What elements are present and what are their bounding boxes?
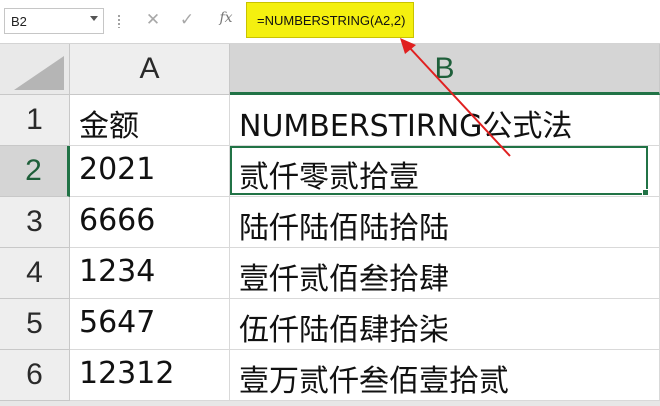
cell-b6[interactable]: 壹万贰仟叁佰壹拾贰: [230, 350, 660, 401]
cell-a1[interactable]: 金额: [70, 95, 230, 146]
separator-dots: [118, 14, 120, 28]
fx-icon[interactable]: fx: [216, 10, 236, 30]
cell-b5[interactable]: 伍仟陆佰肆拾柒: [230, 299, 660, 350]
column-header-b[interactable]: B: [230, 44, 660, 95]
cell-b4[interactable]: 壹仟贰佰叁拾肆: [230, 248, 660, 299]
cell-a4[interactable]: 1234: [70, 248, 230, 299]
column-header-a[interactable]: A: [70, 44, 230, 95]
row-header-2[interactable]: 2: [0, 146, 70, 197]
row-header-4[interactable]: 4: [0, 248, 70, 299]
row-header-6[interactable]: 6: [0, 350, 70, 401]
cell-b3[interactable]: 陆仟陆佰陆拾陆: [230, 197, 660, 248]
check-icon[interactable]: ✓: [178, 10, 196, 30]
cell-a5[interactable]: 5647: [70, 299, 230, 350]
cell-a3[interactable]: 6666: [70, 197, 230, 248]
cell-b1[interactable]: NUMBERSTIRNG公式法: [230, 95, 660, 146]
formula-input[interactable]: =NUMBERSTRING(A2,2): [246, 2, 414, 38]
cell-a2[interactable]: 2021: [70, 146, 230, 197]
fill-handle[interactable]: [642, 189, 649, 196]
cell-a6[interactable]: 12312: [70, 350, 230, 401]
chevron-down-icon[interactable]: [90, 16, 98, 21]
row-header-5[interactable]: 5: [0, 299, 70, 350]
row-header-1[interactable]: 1: [0, 95, 70, 146]
row-header-3[interactable]: 3: [0, 197, 70, 248]
close-icon[interactable]: ✕: [144, 10, 162, 30]
name-box[interactable]: B2: [4, 8, 104, 34]
active-cell-border: [230, 146, 648, 195]
select-all-triangle-icon[interactable]: [14, 56, 64, 90]
